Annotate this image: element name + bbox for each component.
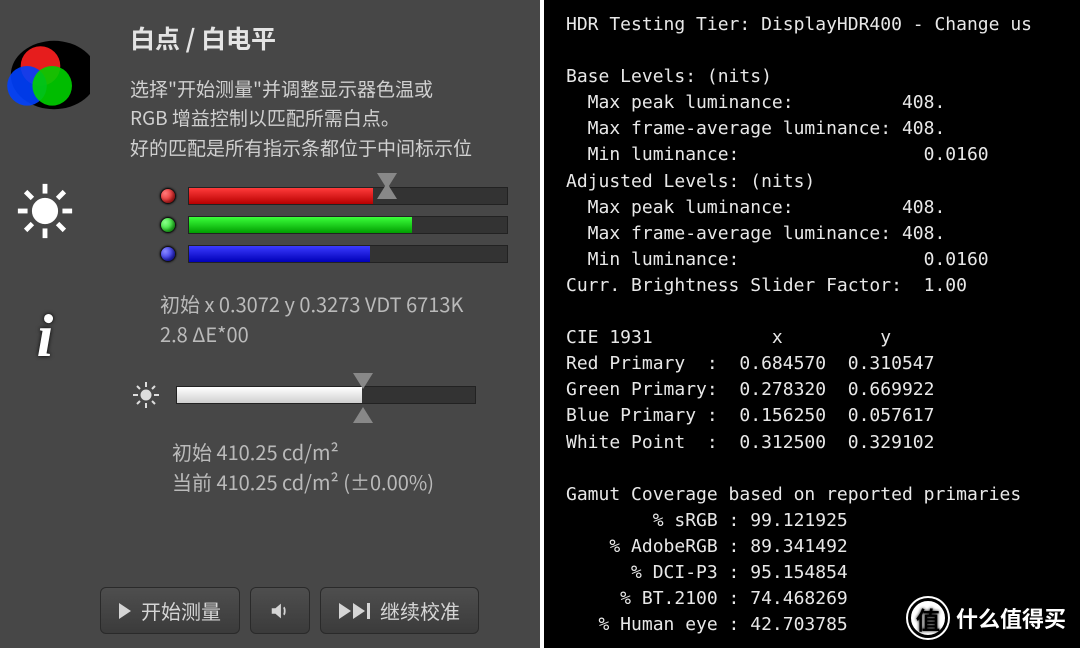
rgb-bars [160,187,530,263]
cie-header: CIE 1931 x y [566,327,891,348]
adj-levels-title: Adjusted Levels: (nits) [566,171,815,192]
blue-dot-icon [160,246,176,262]
gamut-argb: % AdobeRGB : 89.341492 [566,536,848,557]
info-icon: i [37,302,54,371]
start-measure-label: 开始测量 [141,596,221,625]
brightness-icon [14,180,76,242]
brightness-marker-bottom-icon [353,407,373,423]
brightness-readout: 初始 410.25 cd/m² 当前 410.25 cd/m² (±0.00%) [172,437,530,497]
base-max-peak: Max peak luminance: 408. [566,92,945,113]
blue-channel-row [160,245,530,263]
next-icon [339,603,370,619]
brightness-slider-factor: Curr. Brightness Slider Factor: 1.00 [566,275,967,296]
adj-min: Min luminance: 0.0160 [566,249,989,270]
calibration-panel: i 白点 / 白电平 选择"开始测量"并调整显示器色温或 RGB 增益控制以匹配… [0,0,540,648]
step-sidebar: i [0,0,90,648]
hdr-header: HDR Testing Tier: DisplayHDR400 - Change… [566,14,1032,35]
play-icon [119,603,131,619]
red-channel-bar[interactable] [188,187,508,205]
gamut-bt: % BT.2100 : 74.468269 [566,588,848,609]
adj-max-frame: Max frame-average luminance: 408. [566,223,945,244]
speaker-icon [269,600,291,622]
red-dot-icon [160,188,176,204]
cie-blue: Blue Primary : 0.156250 0.057617 [566,405,934,426]
watermark-text: 什么值得买 [956,602,1066,634]
target-marker-bottom-icon [377,183,397,199]
sun-small-icon [130,379,162,411]
adj-max-peak: Max peak luminance: 408. [566,197,945,218]
brightness-bar[interactable] [176,386,476,404]
blue-channel-bar[interactable] [188,245,508,263]
cie-white: White Point : 0.312500 0.329102 [566,432,934,453]
sound-toggle-button[interactable] [250,587,310,634]
gamut-title: Gamut Coverage based on reported primari… [566,484,1021,505]
green-dot-icon [160,217,176,233]
base-max-frame: Max frame-average luminance: 408. [566,118,945,139]
watermark: 值 什么值得买 [908,598,1066,638]
gamut-srgb: % sRGB : 99.121925 [566,510,848,531]
continue-calibrate-button[interactable]: 继续校准 [320,587,479,634]
calibration-content: 白点 / 白电平 选择"开始测量"并调整显示器色温或 RGB 增益控制以匹配所需… [130,20,530,497]
panel-title: 白点 / 白电平 [130,20,530,56]
red-channel-row [160,187,530,205]
cie-green: Green Primary: 0.278320 0.669922 [566,379,934,400]
watermark-badge-icon: 值 [908,598,948,638]
rgb-circles-icon [0,30,90,120]
green-channel-bar[interactable] [188,216,508,234]
whitepoint-readout: 初始 x 0.3072 y 0.3273 VDT 6713K 2.8 ΔE*00 [160,289,530,349]
gamut-dcip3: % DCI-P3 : 95.154854 [566,562,848,583]
gamut-eye: % Human eye : 42.703785 [566,614,848,635]
panel-description: 选择"开始测量"并调整显示器色温或 RGB 增益控制以匹配所需白点。 好的匹配是… [130,74,530,162]
start-measure-button[interactable]: 开始测量 [100,587,240,634]
button-bar: 开始测量 继续校准 [100,587,530,634]
green-channel-row [160,216,530,234]
base-min: Min luminance: 0.0160 [566,144,989,165]
brightness-row [130,379,530,411]
continue-calibrate-label: 继续校准 [380,596,460,625]
cie-red: Red Primary : 0.684570 0.310547 [566,353,934,374]
hdr-report-panel: HDR Testing Tier: DisplayHDR400 - Change… [540,0,1080,648]
base-levels-title: Base Levels: (nits) [566,66,772,87]
